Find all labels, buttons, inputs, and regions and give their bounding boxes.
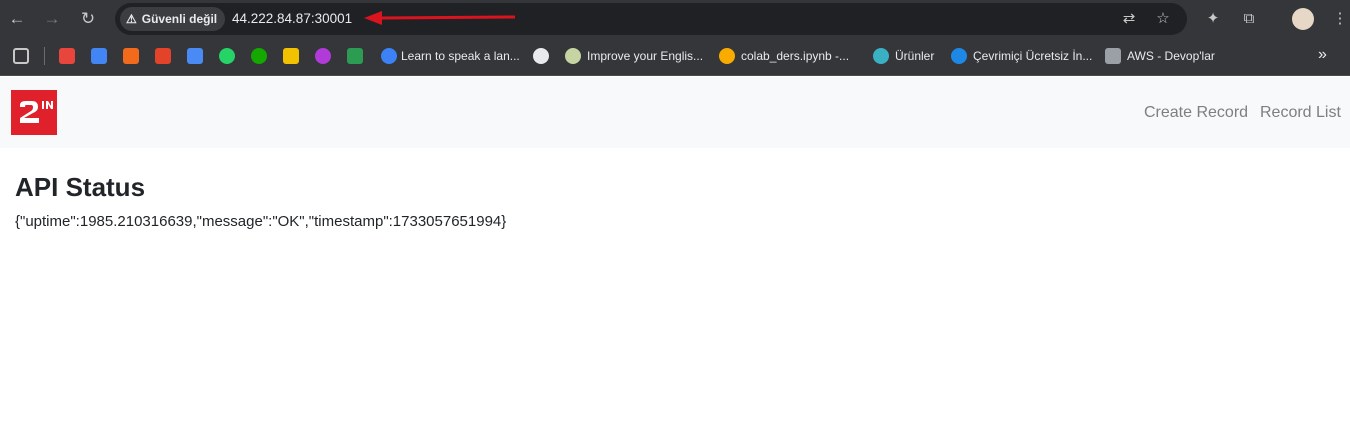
- extension-puzzle-icon[interactable]: ✦: [1201, 7, 1225, 31]
- api-status-json: {"uptime":1985.210316639,"message":"OK",…: [15, 213, 507, 230]
- brand-logo[interactable]: [11, 90, 57, 135]
- diamond-icon[interactable]: [347, 48, 363, 64]
- gitlab-icon[interactable]: [155, 48, 171, 64]
- gmail-icon[interactable]: [59, 48, 75, 64]
- translate-icon[interactable]: ⇄: [1117, 7, 1141, 31]
- lr-icon[interactable]: [315, 48, 331, 64]
- translate-bookmark-icon[interactable]: [187, 48, 203, 64]
- star-icon[interactable]: ☆: [1151, 7, 1175, 31]
- upwork-icon[interactable]: [251, 48, 267, 64]
- grid-app-icon[interactable]: [283, 48, 299, 64]
- address-bar[interactable]: ⚠ Güvenli değil 44.222.84.87:30001 ⇄ ☆: [115, 3, 1187, 35]
- duolingo-icon[interactable]: [381, 48, 397, 64]
- leaf-icon[interactable]: [873, 48, 889, 64]
- forward-icon[interactable]: →: [40, 7, 64, 31]
- reload-icon[interactable]: ↻: [76, 7, 100, 31]
- back-icon[interactable]: ←: [5, 7, 29, 31]
- more-bookmarks-icon[interactable]: »: [1318, 46, 1327, 64]
- nav-record-list[interactable]: Record List: [1260, 104, 1341, 122]
- main-content: API Status {"uptime":1985.210316639,"mes…: [0, 148, 1350, 421]
- docs-icon[interactable]: [91, 48, 107, 64]
- page-title: API Status: [15, 172, 146, 202]
- bookmark-label[interactable]: Improve your Englis...: [587, 49, 703, 63]
- profile-avatar[interactable]: [1292, 8, 1314, 30]
- bookmark-label[interactable]: Ürünler: [895, 49, 934, 63]
- fox-icon[interactable]: [123, 48, 139, 64]
- colab-icon[interactable]: [719, 48, 735, 64]
- bookmark-label[interactable]: Learn to speak a lan...: [401, 49, 520, 63]
- app-navbar: Create Record Record List: [0, 77, 1350, 148]
- bookmark-label[interactable]: AWS - Devop'lar: [1127, 49, 1215, 63]
- bookmarks-bar: Learn to speak a lan... Improve your Eng…: [0, 38, 1350, 76]
- logo-mark-icon: [20, 101, 53, 123]
- aws-icon[interactable]: [1105, 48, 1121, 64]
- warning-icon: ⚠: [126, 12, 137, 26]
- security-chip[interactable]: ⚠ Güvenli değil: [120, 7, 226, 31]
- apps-grid-icon[interactable]: [13, 48, 29, 64]
- bookmark-label[interactable]: colab_ders.ipynb -...: [741, 49, 849, 63]
- openai-icon[interactable]: [533, 48, 549, 64]
- bookmark-label[interactable]: Çevrimiçi Ücretsiz İn...: [973, 49, 1092, 63]
- security-label: Güvenli değil: [141, 12, 218, 26]
- nav-create-record[interactable]: Create Record: [1144, 104, 1248, 122]
- extensions-icon[interactable]: ⧉: [1237, 7, 1261, 31]
- whatsapp-icon[interactable]: [219, 48, 235, 64]
- edge-icon[interactable]: [951, 48, 967, 64]
- bookmark-divider: [44, 47, 45, 65]
- url-text[interactable]: 44.222.84.87:30001: [232, 11, 352, 26]
- browser-toolbar: ← → ↻ ⚠ Güvenli değil 44.222.84.87:30001…: [0, 0, 1350, 38]
- menu-dots-icon[interactable]: ⋮: [1328, 7, 1350, 31]
- people-icon[interactable]: [565, 48, 581, 64]
